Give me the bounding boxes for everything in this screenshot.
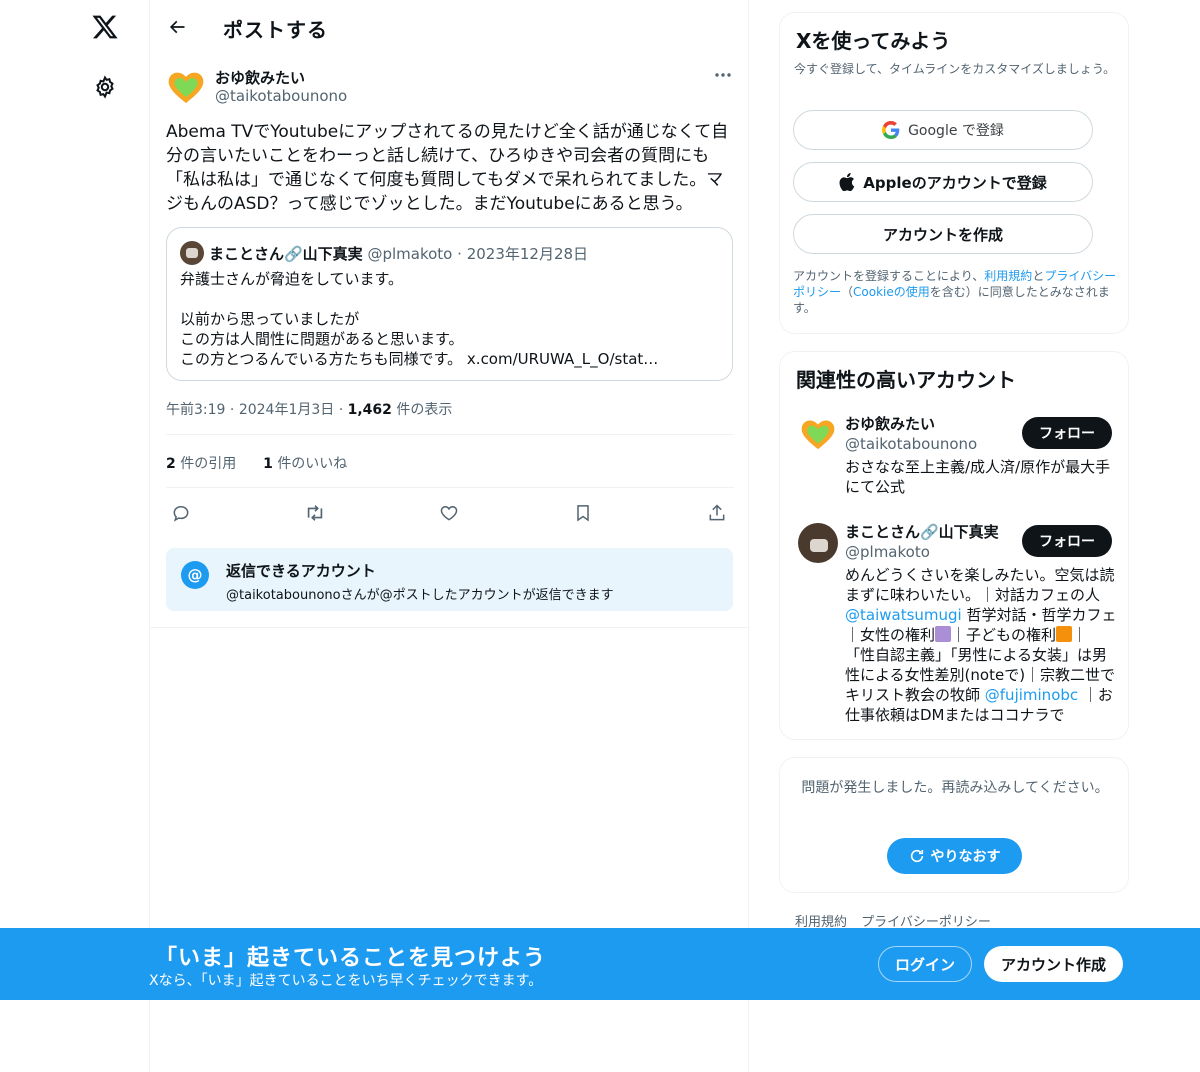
account-handle[interactable]: @plmakoto [845,543,930,561]
retry-label: やりなおす [930,849,1001,865]
terms-link[interactable]: 利用規約 [984,269,1032,283]
page-title: ポストする [223,18,328,42]
quote-date: 2023年12月28日 [466,245,589,263]
account-bio: めんどうくさいを楽しみたい。空気は読まずに味わいたい。｜対話カフェの人 @tai… [845,565,1117,725]
quote-separator: · [457,245,462,263]
likes-stat[interactable]: 1 件のいいね [263,456,347,472]
quote-avatar [180,241,204,265]
banner-signup-button[interactable]: アカウント作成 [984,946,1123,982]
quote-text: 弁護士さんが脅迫をしています。 以前から思っていましたが この方は人間性に問題が… [180,270,659,368]
quotes-stat[interactable]: 2 件の引用 [166,456,236,472]
quotes-count: 2 [166,456,176,472]
main-column: ポストする おゆ飲みたい @taikotabounono Abema TVでYo… [149,0,750,1072]
arrow-left-icon[interactable] [162,12,192,42]
bio-text: めんどうくさいを楽しみたい。空気は読まずに味わいたい。｜対話カフェの人 [845,566,1115,604]
reply-restriction-desc: @taikotabounonoさんが@ポストしたアカウントが返信できます [226,588,614,603]
author-name[interactable]: おゆ飲みたい [215,67,305,88]
quote-header: まことさん🔗山下真実 @plmakoto · 2023年12月28日 [209,243,588,264]
bio-mention-link[interactable]: @fujiminobc [985,686,1078,704]
orange-square-emoji [1056,626,1073,642]
account-name[interactable]: おゆ飲みたい [845,413,935,434]
author-handle[interactable]: @taikotabounono [215,87,347,105]
at-sign-icon: @ [181,561,209,589]
apple-signup-label: Appleのアカウントで登録 [863,173,1047,192]
quote-author-name: まことさん🔗山下真実 [209,245,363,263]
reply-restriction-title: 返信できるアカウント [226,562,376,580]
account-handle[interactable]: @taikotabounono [845,435,977,453]
like-icon[interactable] [434,498,464,528]
more-options-icon[interactable] [710,64,736,86]
legal-text: （ [841,285,854,299]
signup-subtitle: 今すぐ登録して、タイムラインをカスタマイズしましょう。 [794,62,1116,76]
post-date[interactable]: 2024年1月3日 [239,402,334,418]
quote-author-handle: @plmakoto [367,245,453,263]
follow-button[interactable]: フォロー [1022,525,1112,557]
legal-text: アカウントを登録することにより、 [793,269,985,283]
quotes-label: 件の引用 [180,456,237,472]
post-time[interactable]: 午前3:19 [166,402,225,418]
main-header: ポストする [150,0,750,54]
account-avatar[interactable] [798,523,838,563]
divider [166,487,734,488]
views-count: 1,462 [347,402,392,418]
legal-text: と [1032,269,1045,283]
banner-title: 「いま」起きていることを見つけよう [155,946,547,971]
signup-card: Xを使ってみよう 今すぐ登録して、タイムラインをカスタマイズしましょう。 Goo… [779,12,1129,334]
signup-banner: 「いま」起きていることを見つけよう Xなら、「いま」起きていることをいち早くチェ… [0,928,1200,1000]
likes-count: 1 [263,456,273,472]
related-title: 関連性の高いアカウント [796,368,1016,392]
post-stats: 2 件の引用 1 件のいいね [166,453,347,473]
account-bio: おさなな至上主義/成人済/原作が最大手にて公式 [845,458,1111,496]
likes-label: 件のいいね [277,456,348,472]
google-icon [882,121,900,139]
views-label: 件の表示 [396,402,453,418]
meta-separator: · [229,402,235,418]
left-nav [0,0,149,1072]
cookie-link[interactable]: Cookieの使用 [853,285,930,299]
google-signup-button[interactable]: Google で登録 [793,110,1093,150]
apple-icon [839,173,855,191]
post-text: Abema TVでYoutubeにアップされてるの見たけど全く話が通じなくて自分… [166,122,729,214]
retweet-icon[interactable] [300,498,330,528]
error-card: 問題が発生しました。再読み込みしてください。 やりなおす [779,757,1129,893]
apple-signup-button[interactable]: Appleのアカウントで登録 [793,162,1093,202]
create-account-button[interactable]: アカウントを作成 [793,214,1093,254]
signup-title: Xを使ってみよう [796,29,951,53]
reply-icon[interactable] [166,498,196,528]
related-accounts-card: 関連性の高いアカウント おゆ飲みたい @taikotabounono フォロー … [779,351,1129,740]
author-avatar[interactable] [167,69,205,107]
bookmark-icon[interactable] [568,498,598,528]
share-icon[interactable] [702,498,732,528]
account-name[interactable]: まことさん🔗山下真実 [845,521,999,542]
divider [166,434,734,435]
bio-text: ｜子どもの権利 [951,626,1057,644]
post-detail: おゆ飲みたい @taikotabounono Abema TVでYoutubeに… [150,54,750,628]
retry-button[interactable]: やりなおす [887,838,1022,874]
google-signup-label: Google で登録 [908,123,1004,139]
banner-subtitle: Xなら、「いま」起きていることをいち早くチェックできます。 [149,973,543,989]
follow-button[interactable]: フォロー [1022,417,1112,449]
reply-restriction-notice: @ 返信できるアカウント @taikotabounonoさんが@ポストしたアカウ… [166,548,733,611]
post-meta: 午前3:19 · 2024年1月3日 · 1,462 件の表示 [166,399,452,419]
create-account-label: アカウントを作成 [882,225,1003,244]
x-logo-icon[interactable] [89,10,121,44]
post-actions [166,498,734,528]
gear-icon[interactable] [89,71,121,103]
error-message: 問題が発生しました。再読み込みしてください。 [801,780,1109,796]
quoted-post[interactable]: まことさん🔗山下真実 @plmakoto · 2023年12月28日 弁護士さん… [166,227,733,381]
account-avatar[interactable] [798,415,838,455]
login-button[interactable]: ログイン [878,946,972,982]
purple-square-emoji [935,626,952,642]
signup-legal: アカウントを登録することにより、利用規約とプライバシーポリシー（Cookieの使… [793,268,1118,316]
bio-mention-link[interactable]: @taiwatsumugi [845,606,962,624]
refresh-icon [909,848,925,864]
meta-separator-2: · [338,402,344,418]
